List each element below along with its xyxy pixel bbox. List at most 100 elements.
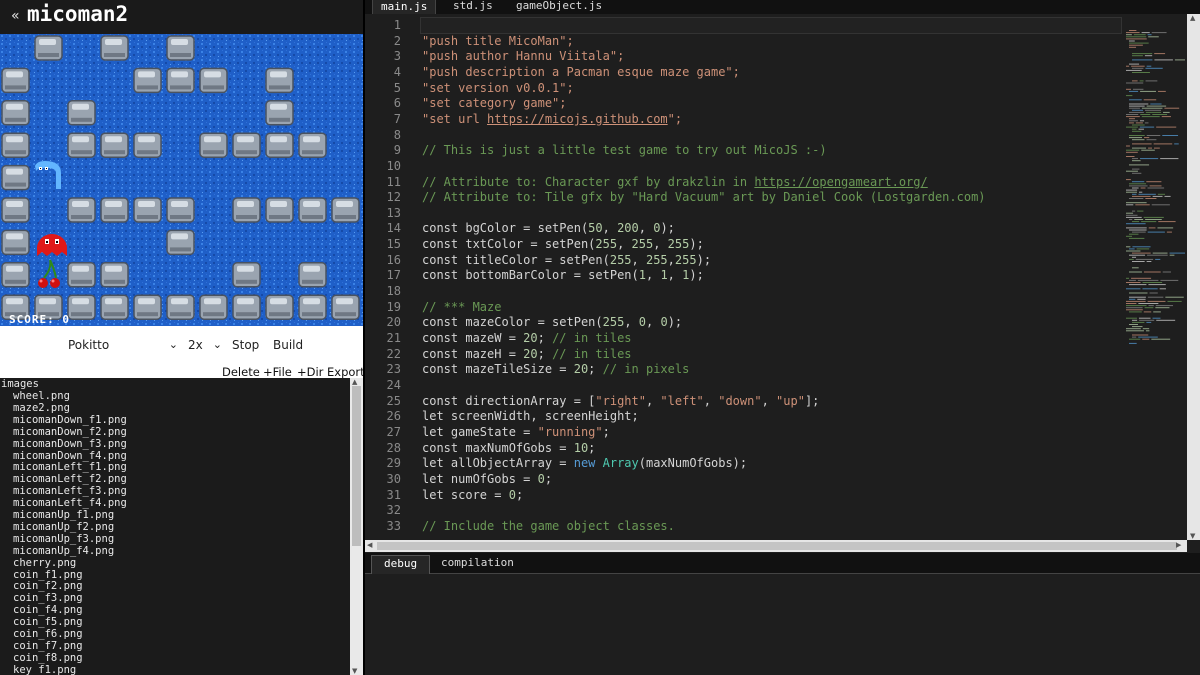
scroll-up-icon[interactable]: ▲ — [352, 378, 357, 386]
tab-std-js[interactable]: std.js — [445, 0, 501, 14]
build-button[interactable]: Build — [273, 338, 303, 352]
rock-tile — [166, 229, 195, 256]
code-line[interactable]: "set url https://micojs.github.com"; — [422, 112, 682, 126]
code-line[interactable]: "push author Hannu Viitala"; — [422, 49, 624, 63]
code-line[interactable]: let allObjectArray = new Array(maxNumOfG… — [422, 456, 747, 470]
file-item[interactable]: micomanDown_f3.png — [13, 438, 127, 450]
rock-tile — [298, 262, 327, 288]
minimap-line — [1155, 307, 1170, 309]
code-line[interactable]: // *** Maze — [422, 300, 501, 314]
minimap-line — [1151, 338, 1171, 340]
minimap-line — [1126, 330, 1144, 332]
code-line[interactable]: "push title MicoMan"; — [422, 34, 574, 48]
code-minimap[interactable] — [1120, 14, 1185, 540]
file-item[interactable]: wheel.png — [13, 390, 70, 402]
new-file-button[interactable]: +File — [263, 365, 292, 379]
minimap-line — [1138, 193, 1156, 195]
code-line[interactable]: "set category game"; — [422, 96, 567, 110]
code-line[interactable]: const mazeH = 20; // in tiles — [422, 347, 632, 361]
code-line[interactable]: const txtColor = setPen(255, 255, 255); — [422, 237, 704, 251]
line-number: 3 — [393, 49, 401, 64]
minimap-line — [1126, 305, 1147, 307]
file-item[interactable]: micomanDown_f2.png — [13, 426, 127, 438]
file-item[interactable]: coin_f5.png — [13, 616, 83, 628]
code-line[interactable]: "set version v0.0.1"; — [422, 81, 574, 95]
file-item[interactable]: coin_f2.png — [13, 580, 83, 592]
code-line[interactable]: const directionArray = ["right", "left",… — [422, 394, 819, 408]
file-item[interactable]: maze2.png — [13, 402, 70, 414]
code-line[interactable]: const maxNumOfGobs = 10; — [422, 441, 595, 455]
file-item[interactable]: micomanUp_f1.png — [13, 509, 114, 521]
back-link[interactable]: « — [11, 8, 20, 24]
stop-button[interactable]: Stop — [232, 338, 259, 352]
code-line[interactable]: const mazeColor = setPen(255, 0, 0); — [422, 315, 682, 329]
editor-vertical-scrollbar[interactable]: ▲ ▼ — [1187, 14, 1200, 540]
zoom-select[interactable]: 2x ⌄ — [188, 338, 222, 352]
file-item[interactable]: micomanLeft_f2.png — [13, 473, 127, 485]
code-line[interactable]: const bottomBarColor = setPen(1, 1, 1); — [422, 268, 704, 282]
minimap-line — [1129, 258, 1134, 260]
file-item[interactable]: coin_f1.png — [13, 569, 83, 581]
file-item[interactable]: coin_f3.png — [13, 592, 83, 604]
project-header: « micoman2 — [0, 0, 363, 34]
code-line[interactable]: const bgColor = setPen(50, 200, 0); — [422, 221, 675, 235]
file-item[interactable]: micomanUp_f4.png — [13, 545, 114, 557]
scroll-up-icon[interactable]: ▲ — [1190, 14, 1195, 22]
code-line[interactable]: let gameState = "running"; — [422, 425, 610, 439]
minimap-line — [1144, 109, 1161, 111]
file-item[interactable]: micomanUp_f3.png — [13, 533, 114, 545]
file-item[interactable]: key_f1.png — [13, 664, 76, 675]
code-line[interactable]: "push description a Pacman esque maze ga… — [422, 65, 740, 79]
minimap-line — [1138, 317, 1151, 319]
code-line[interactable]: let screenWidth, screenHeight; — [422, 409, 639, 423]
device-select[interactable]: Pokitto ⌄ — [68, 338, 178, 352]
scroll-down-icon[interactable]: ▼ — [352, 667, 357, 675]
tab-debug[interactable]: debug — [371, 555, 431, 574]
file-item[interactable]: micomanDown_f1.png — [13, 414, 127, 426]
file-tree-scrollbar[interactable]: ▲ ▼ — [350, 378, 363, 675]
code-line[interactable]: let score = 0; — [422, 488, 523, 502]
minimap-line — [1126, 223, 1146, 225]
file-item[interactable]: cherry.png — [13, 557, 76, 569]
delete-button[interactable]: Delete — [222, 365, 260, 379]
rock-tile — [265, 197, 294, 223]
editor-horizontal-scrollbar[interactable]: ◀ ▶ — [365, 540, 1187, 552]
scroll-down-icon[interactable]: ▼ — [1190, 532, 1195, 540]
rock-tile — [67, 197, 96, 223]
tab-main-js[interactable]: main.js — [372, 0, 437, 15]
minimap-line — [1126, 214, 1138, 216]
code-line[interactable]: // Include the game object classes. — [422, 519, 675, 533]
scrollbar-thumb[interactable] — [352, 386, 361, 546]
line-number: 9 — [393, 143, 401, 158]
file-item[interactable]: micomanUp_f2.png — [13, 521, 114, 533]
file-item[interactable]: coin_f4.png — [13, 604, 83, 616]
code-editor[interactable]: 1 2 "push title MicoMan"; 3 "push author Han… — [365, 14, 1187, 540]
tab-gameobject-js[interactable]: gameObject.js — [508, 0, 610, 14]
file-item[interactable]: micomanLeft_f1.png — [13, 461, 127, 473]
file-item[interactable]: micomanLeft_f3.png — [13, 485, 127, 497]
scrollbar-thumb[interactable] — [377, 542, 1177, 550]
file-item[interactable]: coin_f7.png — [13, 640, 83, 652]
file-item[interactable]: coin_f6.png — [13, 628, 83, 640]
export-button[interactable]: Export — [327, 365, 365, 379]
code-line[interactable]: const mazeW = 20; // in tiles — [422, 331, 632, 345]
scroll-right-icon[interactable]: ▶ — [1176, 541, 1181, 549]
minimap-line — [1132, 67, 1144, 69]
minimap-line — [1126, 300, 1146, 302]
code-line[interactable]: // Attribute to: Character gxf by drakzl… — [422, 175, 928, 189]
new-dir-button[interactable]: +Dir — [297, 365, 323, 379]
code-line[interactable]: const titleColor = setPen(255, 255,255); — [422, 253, 711, 267]
folder-item[interactable]: images — [1, 378, 39, 390]
code-line[interactable]: const mazeTileSize = 20; // in pixels — [422, 362, 689, 376]
minimap-line — [1129, 135, 1145, 136]
file-item[interactable]: micomanDown_f4.png — [13, 450, 127, 462]
code-line[interactable]: // This is just a little test game to tr… — [422, 143, 827, 157]
game-screen[interactable] — [0, 34, 363, 326]
code-line[interactable]: let numOfGobs = 0; — [422, 472, 552, 486]
minimap-line — [1126, 328, 1141, 330]
code-line[interactable]: // Attribute to: Tile gfx by "Hard Vacuu… — [422, 190, 986, 204]
file-item[interactable]: coin_f8.png — [13, 652, 83, 664]
file-item[interactable]: micomanLeft_f4.png — [13, 497, 127, 509]
tab-compilation[interactable]: compilation — [429, 555, 526, 573]
scroll-left-icon[interactable]: ◀ — [367, 541, 372, 549]
